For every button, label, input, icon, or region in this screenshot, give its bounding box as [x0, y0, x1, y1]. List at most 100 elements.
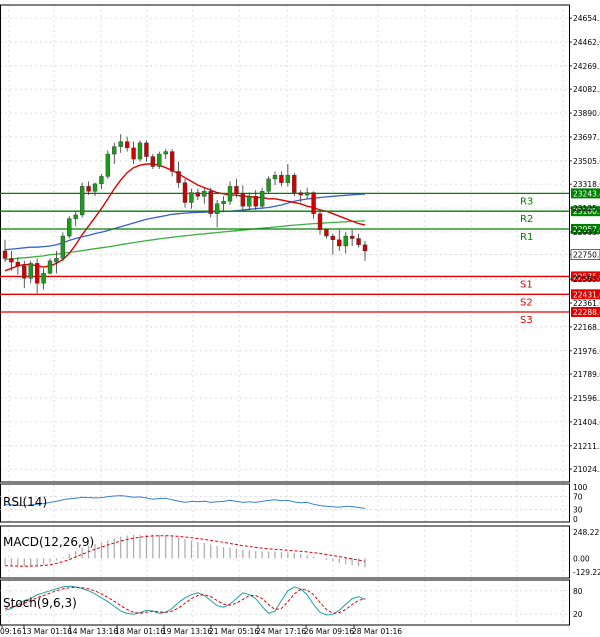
price-tick-label: 21211.5	[573, 442, 600, 451]
candle-bullish	[67, 218, 72, 237]
candle-bullish	[47, 260, 53, 274]
candle-bullish	[266, 178, 271, 192]
candle-bearish	[176, 171, 181, 183]
candle-bullish	[112, 146, 117, 155]
rsi-line	[4, 495, 366, 509]
candle-bearish	[34, 263, 40, 284]
stoch-tick-label: 80	[573, 587, 583, 596]
price-tick-label: 22168.5	[573, 323, 600, 332]
candle-bearish	[330, 235, 336, 240]
rsi-panel-frame	[0, 483, 570, 523]
level-price-label-r3: 23243.4	[573, 189, 600, 198]
candle-bullish	[99, 176, 104, 185]
current-price-label: 22750.0	[573, 251, 600, 260]
candle-bearish	[86, 186, 91, 192]
level-name-s2: S2	[520, 297, 533, 308]
candle-bearish	[22, 265, 27, 279]
price-axis: 24654.3 24462.0 24269.5 24082.5 23890.0 23697…	[569, 14, 600, 474]
level-price-label-s2: 22431.0	[573, 290, 600, 299]
price-tick-label: 23697.5	[573, 133, 600, 142]
candle-bullish	[221, 201, 226, 204]
rsi-layer: 10070 300	[0, 483, 588, 524]
macd-panel-frame	[0, 525, 570, 579]
forex-chart: R323243.4R223100.2R122957.0S122575.0S222…	[0, 0, 600, 637]
time-tick-label: 18 Mar 01:16	[115, 627, 165, 636]
candle-bullish	[247, 196, 252, 207]
panel-frames	[0, 4, 570, 626]
candle-bullish	[272, 174, 278, 180]
candle-bearish	[292, 174, 297, 193]
price-tick-label: 24082.5	[573, 85, 600, 94]
candle-bullish	[285, 174, 291, 183]
level-price-label-s3: 22288.6	[573, 308, 600, 317]
candle-bearish	[195, 192, 201, 197]
candle-bearish	[2, 250, 8, 259]
candle-bullish	[92, 183, 98, 192]
level-name-r2: R2	[520, 214, 533, 225]
candle-bearish	[253, 196, 258, 207]
chart-canvas: R323243.4R223100.2R122957.0S122575.0S222…	[0, 4, 600, 636]
candle-bearish	[9, 258, 14, 263]
price-tick-label: 21404.0	[573, 418, 600, 427]
price-tick-label: 22933.0	[573, 228, 600, 237]
price-tick-label: 24462.0	[573, 38, 600, 47]
candle-bearish	[317, 213, 323, 231]
price-tick-label: 22553.0	[573, 275, 600, 284]
candle-bearish	[182, 182, 188, 203]
candle-bullish	[79, 186, 85, 216]
rsi-title: RSI(14)	[3, 495, 47, 509]
candle-bullish	[105, 153, 111, 177]
candle-bearish	[208, 191, 213, 214]
support-resistance-layer: R323243.4R223100.2R122957.0S122575.0S222…	[0, 188, 600, 326]
macd-title: MACD(12,26,9)	[3, 535, 94, 549]
candle-bearish	[240, 193, 246, 207]
price-tick-label: 21024.5	[573, 465, 600, 474]
candle-bullish	[189, 192, 194, 203]
price-tick-label: 24654.3	[573, 14, 600, 23]
candle-bearish	[279, 174, 284, 183]
price-tick-label: 21789.0	[573, 370, 600, 379]
candle-bearish	[169, 151, 175, 172]
candle-bullish	[28, 263, 33, 279]
candle-bearish	[362, 244, 368, 252]
price-tick-label: 21596.5	[573, 394, 600, 403]
candle-bullish	[304, 192, 310, 196]
indicator-titles: RSI(14) MACD(12,26,9) Stoch(9,6,3)	[3, 495, 94, 610]
candle-bullish	[343, 235, 348, 247]
macd-tick-label: 0.00	[573, 554, 590, 563]
level-name-s1: S1	[520, 279, 533, 290]
time-tick-label: 13 Mar 01:16	[22, 627, 72, 636]
candle-bearish	[349, 235, 355, 239]
time-tick-label: 09:16	[0, 627, 22, 636]
price-tick-label: 23505.0	[573, 157, 600, 166]
rsi-tick-label: 30	[573, 505, 583, 514]
time-tick-label: 19 Mar 13:16	[162, 627, 212, 636]
candle-bearish	[298, 192, 303, 196]
time-tick-label: 21 Mar 05:16	[209, 627, 259, 636]
candle-bearish	[337, 239, 342, 247]
stoch-title: Stoch(9,6,3)	[3, 596, 77, 610]
level-name-r3: R3	[520, 196, 533, 207]
time-axis: 09:16 13 Mar 01:1614 Mar 13:1618 Mar 01:1…	[0, 625, 402, 636]
rsi-tick-label: 100	[573, 483, 588, 492]
candle-bullish	[60, 235, 66, 259]
macd-layer: 248.22 0.00 -129.22	[4, 528, 600, 577]
price-tick-label: 23125.5	[573, 204, 600, 213]
level-name-s3: S3	[520, 315, 533, 326]
macd-tick-label: 248.22	[573, 528, 599, 537]
candle-bearish	[144, 142, 149, 157]
stoch-tick-label: 20	[573, 610, 583, 619]
time-tick-label: 26 Mar 09:16	[304, 627, 354, 636]
price-tick-label: 21976.0	[573, 347, 600, 356]
time-tick-label: 28 Mar 01:16	[352, 627, 402, 636]
price-tick-label: 23890.0	[573, 109, 600, 118]
candle-bullish	[73, 214, 78, 219]
time-tick-label: 14 Mar 13:16	[68, 627, 118, 636]
rsi-tick-label: 0	[573, 515, 578, 524]
candle-bearish	[150, 156, 156, 167]
candle-bearish	[324, 229, 329, 237]
grid-layer	[0, 5, 569, 625]
rsi-tick-label: 70	[573, 493, 583, 502]
stoch-layer: 80 20	[0, 585, 583, 619]
ma-green-line	[4, 220, 366, 261]
